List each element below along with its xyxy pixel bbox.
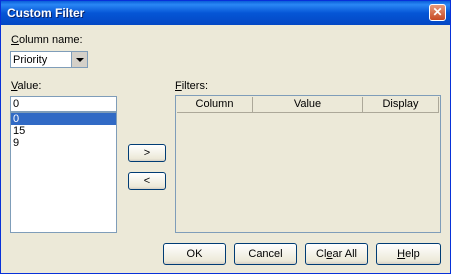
value-input[interactable]: 0 (10, 96, 117, 112)
value-label: Value: (11, 80, 42, 92)
add-filter-button[interactable]: > (128, 144, 166, 162)
help-button[interactable]: Help (376, 243, 441, 265)
custom-filter-dialog: Custom Filter ✕ Column name: Priority Va… (0, 0, 451, 274)
value-list[interactable]: 0 15 9 (10, 112, 117, 233)
filters-header: Column Value Display (177, 97, 439, 113)
window-title: Custom Filter (7, 6, 85, 20)
filters-table[interactable]: Column Value Display (175, 95, 441, 233)
cancel-button[interactable]: Cancel (234, 243, 297, 265)
ok-button[interactable]: OK (163, 243, 226, 265)
close-icon: ✕ (432, 5, 443, 19)
list-item[interactable]: 0 (11, 113, 116, 125)
column-name-selected: Priority (13, 54, 48, 66)
close-button[interactable]: ✕ (429, 4, 446, 21)
column-name-dropdown[interactable]: Priority (10, 51, 88, 68)
title-bar[interactable]: Custom Filter ✕ (1, 1, 450, 25)
remove-filter-button[interactable]: < (128, 172, 166, 190)
filters-label: Filters: (175, 80, 209, 92)
column-header-display[interactable]: Display (363, 97, 439, 113)
clear-all-button[interactable]: Clear All (305, 243, 368, 265)
list-item[interactable]: 9 (11, 137, 116, 149)
chevron-down-icon[interactable] (71, 52, 87, 67)
column-name-label: Column name: (11, 34, 83, 46)
column-header-value[interactable]: Value (253, 97, 363, 113)
list-item[interactable]: 15 (11, 125, 116, 137)
column-header-column[interactable]: Column (177, 97, 253, 113)
